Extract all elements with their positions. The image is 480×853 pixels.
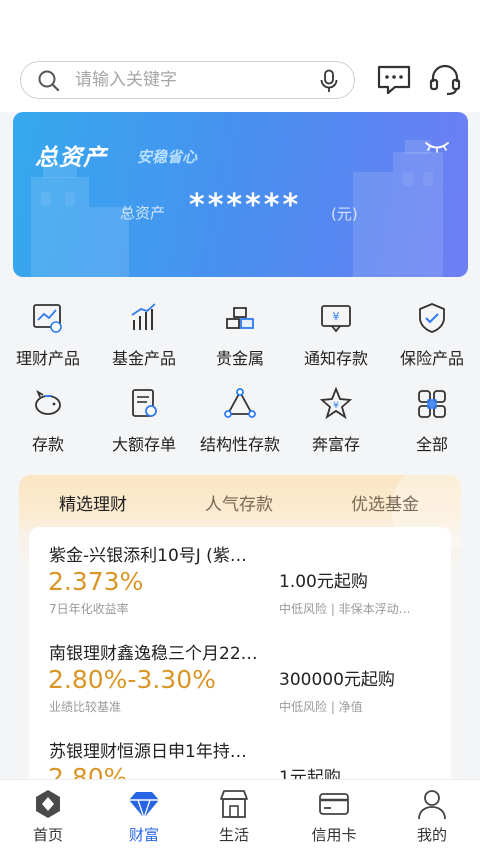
tab-preferred-fund[interactable]: 优选基金 — [351, 490, 419, 515]
grid-item-wealth-products[interactable]: 理财产品 — [0, 301, 96, 381]
asset-label: 总资产 — [120, 204, 166, 222]
product-min-purchase: 1.00元起购 — [279, 572, 368, 592]
grid-item-all[interactable]: 全部 — [384, 387, 480, 467]
product-item[interactable]: 南银理财鑫逸稳三个月22… 2.80%-3.30% 业绩比较基准 300000元… — [29, 625, 451, 725]
grid-label: 保险产品 — [399, 349, 464, 368]
grid-item-precious-metals[interactable]: 贵金属 — [192, 301, 288, 381]
fund-bars-icon — [131, 303, 156, 330]
asset-unit: (元) — [331, 205, 358, 223]
product-list: 紫金-兴银添利10号J (紫… 2.373% 7日年化收益率 1.00元起购 中… — [29, 527, 451, 805]
structure-icon — [224, 388, 256, 418]
grid-label: 大额存单 — [111, 435, 176, 454]
certificate-icon — [132, 389, 157, 417]
tab-credit-card[interactable]: 信用卡 — [286, 788, 382, 845]
tab-wealth[interactable]: 财富 — [96, 788, 192, 845]
grid-item-notice-deposit[interactable]: ¥ 通知存款 — [288, 301, 384, 381]
tab-label: 我的 — [416, 826, 447, 844]
tab-home[interactable]: 首页 — [0, 788, 96, 845]
star-coin-icon: ¥ — [319, 387, 353, 420]
diamond-icon — [129, 792, 159, 820]
grid-label: 基金产品 — [111, 349, 176, 368]
grid-label: 结构性存款 — [199, 435, 280, 454]
product-rate: 2.373% — [48, 567, 144, 596]
product-min-purchase: 300000元起购 — [279, 670, 395, 690]
shop-icon — [220, 790, 248, 818]
product-risk: 中低风险 | 非保本浮动… — [279, 602, 411, 616]
total-assets-card[interactable]: 总资产 安稳省心 总资产 ****** (元) — [13, 112, 468, 277]
notice-deposit-icon: ¥ — [321, 305, 351, 333]
grid-label: 理财产品 — [15, 349, 80, 368]
message-icon[interactable] — [376, 62, 412, 98]
grid-label: 奔富存 — [311, 435, 360, 454]
product-section: 精选理财 人气存款 优选基金 紫金-兴银添利10号J (紫… 2.373% 7日… — [19, 475, 461, 805]
credit-card-icon — [319, 793, 349, 815]
product-rate-label: 7日年化收益率 — [49, 602, 129, 616]
shield-check-icon — [419, 303, 445, 333]
search-icon — [38, 70, 60, 92]
tab-label: 财富 — [128, 826, 159, 844]
microphone-icon[interactable] — [318, 69, 340, 93]
wealth-chart-icon — [33, 304, 62, 333]
product-name: 紫金-兴银添利10号J (紫… — [49, 546, 247, 566]
grid-item-deposit[interactable]: 存款 — [0, 387, 96, 467]
function-grid: 理财产品 基金产品 贵金属 ¥ 通知存款 保险产品 存款 大额存单 结构性存款 … — [0, 277, 480, 477]
product-rate-label: 业绩比较基准 — [49, 700, 122, 714]
eye-closed-icon[interactable] — [424, 140, 450, 154]
grid-item-fund-products[interactable]: 基金产品 — [96, 301, 192, 381]
product-risk: 中低风险 | 净值 — [279, 700, 363, 714]
grid-item-large-cd[interactable]: 大额存单 — [96, 387, 192, 467]
product-item[interactable]: 紫金-兴银添利10号J (紫… 2.373% 7日年化收益率 1.00元起购 中… — [29, 527, 451, 627]
grid-label: 全部 — [415, 435, 448, 454]
asset-value-masked: ****** — [189, 188, 302, 223]
asset-slogan: 安稳省心 — [137, 148, 198, 166]
tab-popular-deposit[interactable]: 人气存款 — [205, 490, 273, 515]
search-input[interactable] — [75, 68, 305, 92]
gold-bars-icon — [226, 307, 254, 329]
bottom-tab-bar: 首页 财富 生活 信用卡 我的 — [0, 779, 480, 853]
grid-label: 存款 — [31, 435, 64, 454]
grid-label: 通知存款 — [303, 349, 368, 368]
grid-item-structured-deposit[interactable]: 结构性存款 — [192, 387, 288, 467]
grid-item-insurance[interactable]: 保险产品 — [384, 301, 480, 381]
grid-item-benfu-deposit[interactable]: ¥ 奔富存 — [288, 387, 384, 467]
svg-text:¥: ¥ — [333, 310, 340, 323]
product-rate: 2.80%-3.30% — [48, 665, 216, 694]
user-icon — [418, 790, 446, 820]
tab-label: 生活 — [218, 826, 249, 844]
home-icon — [36, 790, 60, 818]
customer-service-icon[interactable] — [427, 62, 463, 98]
tab-life[interactable]: 生活 — [186, 788, 282, 845]
all-grid-icon — [418, 390, 446, 418]
piggy-bank-icon — [35, 389, 61, 415]
product-name: 苏银理财恒源日申1年持… — [49, 742, 247, 762]
tab-mine[interactable]: 我的 — [384, 788, 480, 845]
tab-label: 首页 — [32, 826, 63, 844]
asset-title: 总资产 — [35, 145, 107, 171]
product-name: 南银理财鑫逸稳三个月22… — [49, 644, 258, 664]
search-box[interactable] — [20, 61, 355, 99]
top-bar — [0, 0, 480, 112]
tab-label: 信用卡 — [311, 826, 357, 844]
grid-label: 贵金属 — [215, 349, 264, 368]
tab-selected-wealth[interactable]: 精选理财 — [59, 490, 127, 515]
svg-text:¥: ¥ — [333, 401, 339, 411]
